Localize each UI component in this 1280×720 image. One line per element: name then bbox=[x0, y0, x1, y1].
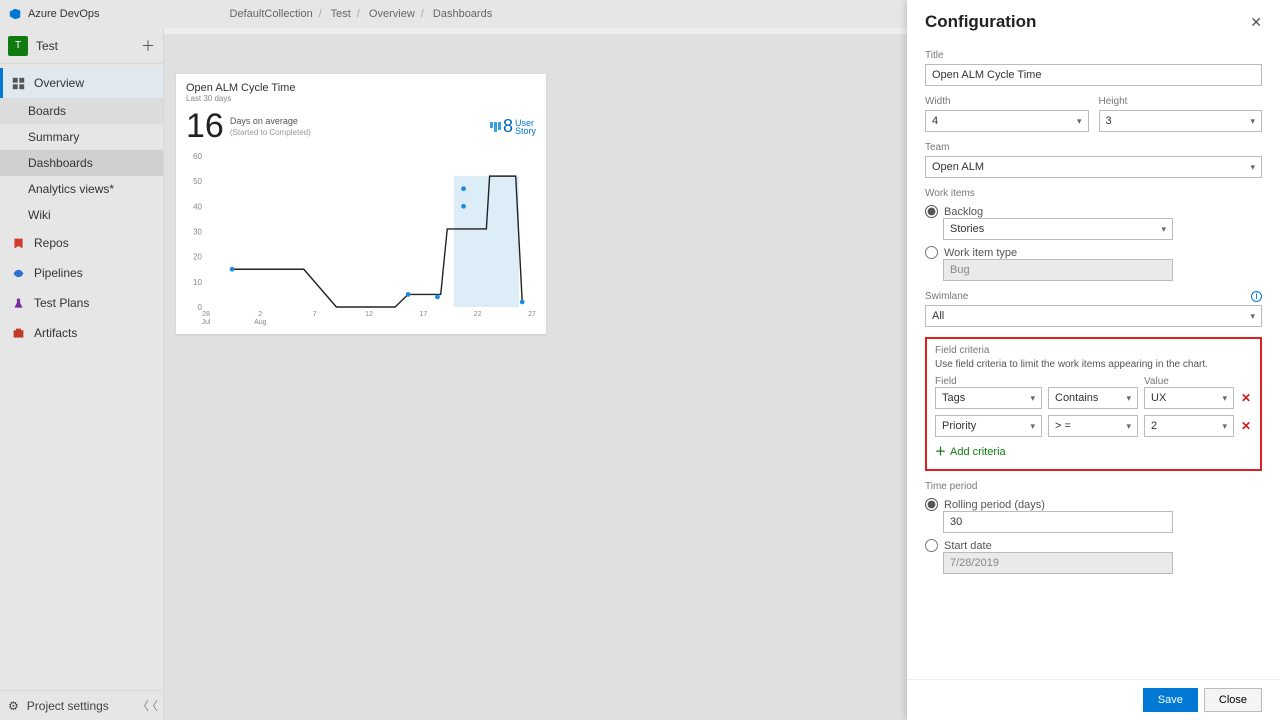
brand-label[interactable]: Azure DevOps bbox=[28, 8, 100, 20]
svg-text:10: 10 bbox=[193, 278, 202, 287]
height-select[interactable]: 3▾ bbox=[1099, 110, 1263, 132]
criteria-delete-button[interactable]: ✕ bbox=[1240, 419, 1252, 433]
start-date-radio[interactable] bbox=[925, 539, 938, 552]
nav-repos[interactable]: Repos bbox=[0, 228, 163, 258]
width-select[interactable]: 4▾ bbox=[925, 110, 1089, 132]
overview-icon bbox=[10, 77, 26, 90]
chevron-down-icon: ▾ bbox=[1250, 162, 1255, 173]
project-row[interactable]: T Test ＋ bbox=[0, 28, 163, 64]
svg-text:27: 27 bbox=[528, 311, 536, 318]
widget-title: Open ALM Cycle Time bbox=[186, 82, 536, 94]
panel-title: Configuration bbox=[925, 12, 1036, 32]
field-criteria-section: Field criteria Use field criteria to lim… bbox=[925, 337, 1262, 471]
chevron-down-icon: ▾ bbox=[1161, 224, 1166, 235]
svg-text:7: 7 bbox=[313, 311, 317, 318]
nav-dashboards[interactable]: Dashboards bbox=[0, 150, 163, 176]
svg-text:12: 12 bbox=[365, 311, 373, 318]
svg-text:20: 20 bbox=[193, 253, 202, 262]
criteria-row: Tags▾ Contains▾ UX▾ ✕ bbox=[935, 387, 1252, 409]
azure-devops-logo-icon bbox=[8, 7, 22, 21]
backlog-radio[interactable] bbox=[925, 205, 938, 218]
svg-text:40: 40 bbox=[193, 202, 202, 211]
chevron-down-icon: ▾ bbox=[1250, 116, 1255, 127]
svg-text:28: 28 bbox=[202, 311, 210, 318]
svg-text:17: 17 bbox=[419, 311, 427, 318]
criteria-row: Priority▾ > =▾ 2▾ ✕ bbox=[935, 415, 1252, 437]
nav-boards[interactable]: Boards bbox=[0, 98, 163, 124]
criteria-field-select[interactable]: Tags▾ bbox=[935, 387, 1042, 409]
breadcrumb: DefaultCollection/ Test/ Overview/ Dashb… bbox=[230, 8, 493, 20]
widget-subtitle: Last 30 days bbox=[186, 94, 536, 103]
rolling-period-radio[interactable] bbox=[925, 498, 938, 511]
workitemtype-select: Bug bbox=[943, 259, 1173, 281]
title-input[interactable] bbox=[925, 64, 1262, 86]
project-tile-icon: T bbox=[8, 36, 28, 56]
svg-text:22: 22 bbox=[474, 311, 482, 318]
artifacts-icon bbox=[10, 327, 26, 340]
svg-text:60: 60 bbox=[193, 152, 202, 161]
svg-text:30: 30 bbox=[193, 228, 202, 237]
nav-wiki[interactable]: Wiki bbox=[0, 202, 163, 228]
cycle-time-widget[interactable]: Open ALM Cycle Time Last 30 days 16 Days… bbox=[176, 74, 546, 334]
nav-test-plans[interactable]: Test Plans bbox=[0, 288, 163, 318]
criteria-op-select[interactable]: > =▾ bbox=[1048, 415, 1138, 437]
kpi-labels: Days on average (Started to Completed) bbox=[230, 116, 311, 138]
svg-text:Aug: Aug bbox=[254, 319, 267, 326]
nav-analytics-views[interactable]: Analytics views* bbox=[0, 176, 163, 202]
nav-overview[interactable]: Overview bbox=[0, 68, 163, 98]
criteria-value-select[interactable]: UX▾ bbox=[1144, 387, 1234, 409]
workitemtype-radio[interactable] bbox=[925, 246, 938, 259]
nav-artifacts[interactable]: Artifacts bbox=[0, 318, 163, 348]
test-plans-icon bbox=[10, 297, 26, 310]
criteria-op-select[interactable]: Contains▾ bbox=[1048, 387, 1138, 409]
repos-icon bbox=[10, 237, 26, 250]
project-name: Test bbox=[36, 39, 58, 53]
chevron-down-icon: ▾ bbox=[1250, 311, 1255, 322]
cycle-time-chart: 010203040506028Jul2Aug712172227 bbox=[186, 152, 536, 327]
nav-pipelines[interactable]: Pipelines bbox=[0, 258, 163, 288]
team-select[interactable]: Open ALM▾ bbox=[925, 156, 1262, 178]
save-button[interactable]: Save bbox=[1143, 688, 1198, 712]
gear-icon: ⚙ bbox=[8, 699, 19, 713]
configuration-panel: Configuration ✕ Title Width 4▾ Height 3▾… bbox=[907, 0, 1280, 720]
pipelines-icon bbox=[10, 267, 26, 280]
kpi-value: 16 bbox=[186, 107, 224, 146]
svg-text:50: 50 bbox=[193, 177, 202, 186]
rolling-days-input[interactable] bbox=[943, 511, 1173, 533]
svg-text:Jul: Jul bbox=[202, 319, 211, 326]
close-icon[interactable]: ✕ bbox=[1250, 14, 1262, 31]
side-nav: T Test ＋ Overview Boards Summary Dashboa… bbox=[0, 28, 164, 720]
collapse-nav-icon[interactable]: 〈〈 bbox=[137, 697, 155, 714]
kpi-badge: 8 UserStory bbox=[490, 116, 536, 137]
close-button[interactable]: Close bbox=[1204, 688, 1262, 712]
criteria-value-select[interactable]: 2▾ bbox=[1144, 415, 1234, 437]
criteria-delete-button[interactable]: ✕ bbox=[1240, 391, 1252, 405]
swimlane-select[interactable]: All▾ bbox=[925, 305, 1262, 327]
project-settings[interactable]: ⚙ Project settings 〈〈 bbox=[0, 690, 163, 720]
backlog-select[interactable]: Stories▾ bbox=[943, 218, 1173, 240]
add-project-button[interactable]: ＋ bbox=[141, 36, 155, 56]
svg-text:2: 2 bbox=[258, 311, 262, 318]
add-criteria-button[interactable]: ＋Add criteria bbox=[935, 443, 1252, 459]
bars-icon bbox=[490, 122, 501, 132]
nav-summary[interactable]: Summary bbox=[0, 124, 163, 150]
start-date-input bbox=[943, 552, 1173, 574]
info-icon[interactable]: i bbox=[1251, 291, 1262, 302]
criteria-field-select[interactable]: Priority▾ bbox=[935, 415, 1042, 437]
chevron-down-icon: ▾ bbox=[1077, 116, 1082, 127]
